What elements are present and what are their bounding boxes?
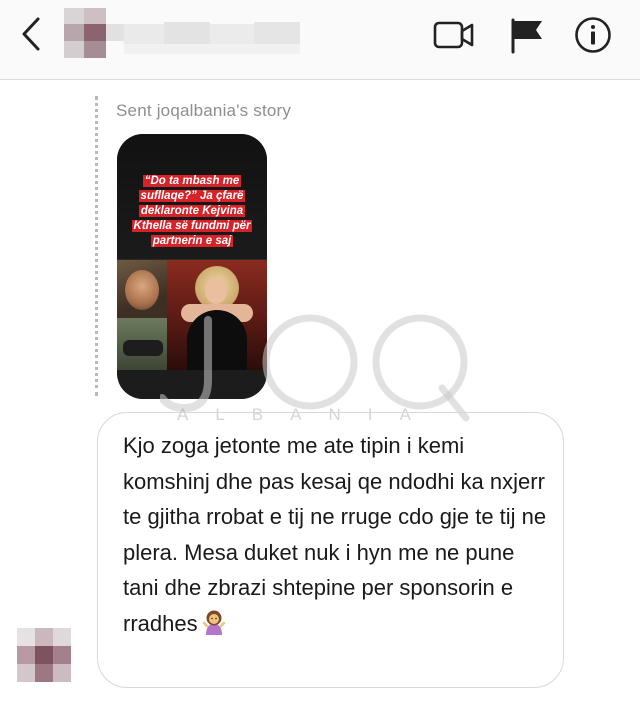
story-thumbnail[interactable]: “Do ta mbash me sufllaqe?” Ja çfarë dekl… <box>117 134 267 399</box>
video-call-button[interactable] <box>430 14 476 56</box>
story-reply-label: Sent joqalbania's story <box>116 101 292 120</box>
story-bottom-bar <box>117 370 267 399</box>
report-button[interactable] <box>506 14 552 56</box>
info-icon <box>575 17 611 53</box>
story-photo-car <box>117 318 167 370</box>
sender-avatar[interactable] <box>17 628 71 682</box>
info-button[interactable] <box>570 14 616 56</box>
message-body: Kjo zoga jetonte me ate tipin i kemi kom… <box>123 428 553 641</box>
chat-header <box>0 0 640 80</box>
video-camera-icon <box>433 21 474 49</box>
story-photo-man <box>117 260 167 318</box>
contact-name-blurred[interactable] <box>60 8 305 58</box>
story-headline: “Do ta mbash me sufllaqe?” Ja çfarë dekl… <box>131 175 253 247</box>
flag-icon <box>511 18 542 54</box>
back-button[interactable] <box>14 14 54 54</box>
chevron-left-icon <box>22 17 40 51</box>
message-text: Kjo zoga jetonte me ate tipin i kemi kom… <box>123 433 547 636</box>
story-photo-woman <box>167 260 267 370</box>
person-shrugging-emoji-icon <box>202 609 226 635</box>
story-reply-divider <box>95 96 98 396</box>
